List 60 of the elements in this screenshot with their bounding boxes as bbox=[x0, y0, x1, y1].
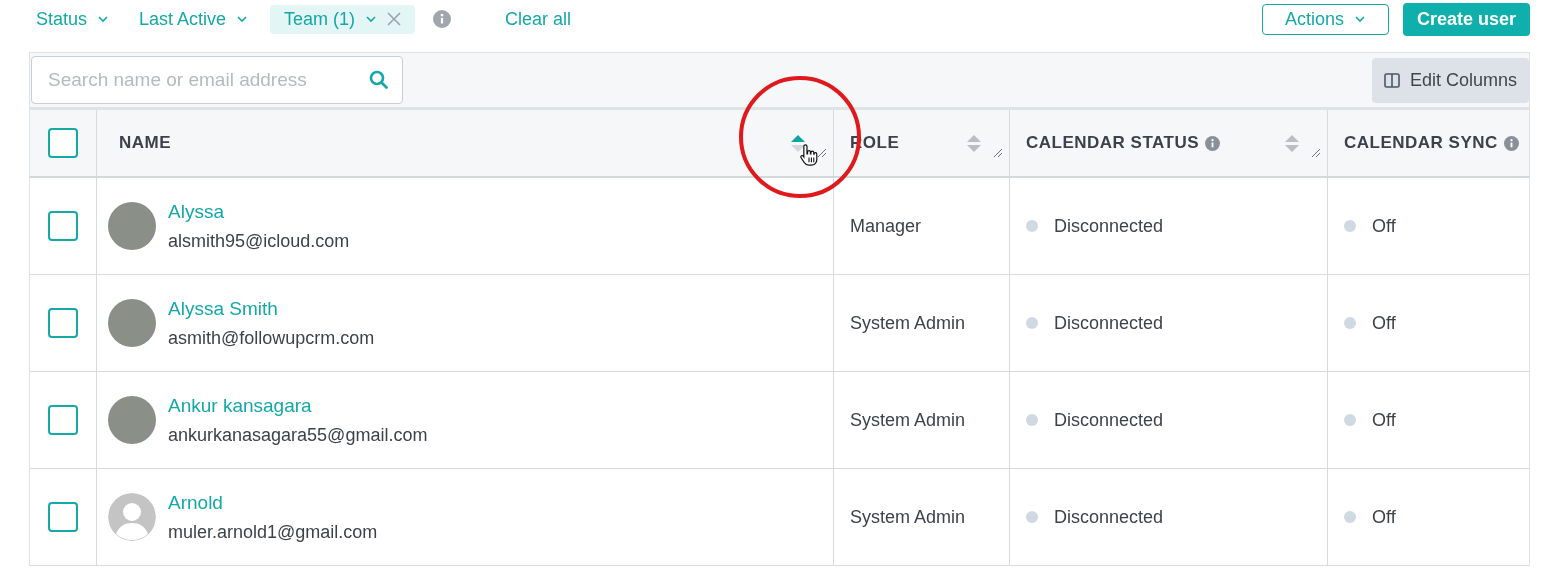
user-name-link[interactable]: Ankur kansagara bbox=[168, 394, 428, 417]
filter-dropdown[interactable]: Status bbox=[28, 4, 118, 34]
calendar-sync-text: Off bbox=[1372, 409, 1396, 431]
column-header[interactable]: CALENDAR STATUS bbox=[1026, 133, 1200, 153]
chevron-down-icon bbox=[1353, 13, 1366, 25]
clear-all-link[interactable]: Clear all bbox=[505, 8, 572, 30]
role-text: System Admin bbox=[850, 409, 966, 431]
checkbox[interactable] bbox=[48, 405, 78, 435]
user-name-link[interactable]: Alyssa bbox=[168, 200, 350, 223]
status-dot bbox=[1344, 220, 1356, 232]
chevron-down-icon bbox=[365, 13, 378, 25]
status-dot bbox=[1344, 317, 1356, 329]
checkbox[interactable] bbox=[48, 502, 78, 532]
status-dot bbox=[1026, 511, 1038, 523]
status-dot bbox=[1026, 414, 1038, 426]
avatar-photo-placeholder bbox=[108, 299, 156, 347]
resize-handle-icon bbox=[1311, 148, 1321, 158]
chevron-down-icon bbox=[236, 13, 249, 25]
user-email: asmith@followupcrm.com bbox=[168, 327, 375, 349]
calendar-status-text: Disconnected bbox=[1054, 215, 1164, 237]
default-avatar-icon bbox=[108, 493, 156, 541]
avatar-photo-placeholder bbox=[108, 202, 156, 250]
checkbox[interactable] bbox=[48, 211, 78, 241]
user-name-link[interactable]: Arnold bbox=[168, 491, 378, 514]
calendar-status-text: Disconnected bbox=[1054, 409, 1164, 431]
create-user-button[interactable]: Create user bbox=[1402, 2, 1530, 36]
actions-button[interactable]: Actions bbox=[1261, 3, 1389, 35]
role-text: System Admin bbox=[850, 312, 966, 334]
user-email: muler.arnold1@gmail.com bbox=[168, 521, 378, 543]
user-email: alsmith95@icloud.com bbox=[168, 230, 350, 252]
status-dot bbox=[1026, 317, 1038, 329]
chevron-down-icon bbox=[97, 13, 110, 25]
user-name-link[interactable]: Alyssa Smith bbox=[168, 297, 375, 320]
user-email: ankurkanasagara55@gmail.com bbox=[168, 424, 428, 446]
status-dot bbox=[1344, 414, 1356, 426]
calendar-status-text: Disconnected bbox=[1054, 506, 1164, 528]
resize-handle-icon bbox=[993, 148, 1003, 158]
columns-icon bbox=[1383, 72, 1400, 88]
role-text: System Admin bbox=[850, 506, 966, 528]
edit-columns-button[interactable]: Edit Columns bbox=[1371, 57, 1529, 103]
calendar-status-text: Disconnected bbox=[1054, 312, 1164, 334]
filter-chip[interactable]: Team (1) bbox=[270, 4, 416, 34]
calendar-sync-text: Off bbox=[1372, 312, 1396, 334]
column-header[interactable]: CALENDAR SYNC bbox=[1344, 133, 1498, 153]
close-icon bbox=[387, 12, 402, 26]
role-text: Manager bbox=[850, 215, 922, 237]
calendar-sync-text: Off bbox=[1372, 215, 1396, 237]
info-icon bbox=[433, 10, 452, 28]
search-icon bbox=[369, 70, 389, 90]
hand-cursor-icon bbox=[799, 143, 819, 167]
status-dot bbox=[1026, 220, 1038, 232]
calendar-sync-text: Off bbox=[1372, 506, 1396, 528]
column-header[interactable]: NAME bbox=[119, 133, 172, 153]
search-field[interactable]: Search name or email address bbox=[31, 56, 403, 104]
avatar-photo-placeholder bbox=[108, 396, 156, 444]
status-dot bbox=[1344, 511, 1356, 523]
resize-handle-icon bbox=[817, 148, 827, 158]
filter-dropdown[interactable]: Last Active bbox=[131, 4, 257, 34]
checkbox[interactable] bbox=[48, 128, 78, 158]
checkbox[interactable] bbox=[48, 308, 78, 338]
